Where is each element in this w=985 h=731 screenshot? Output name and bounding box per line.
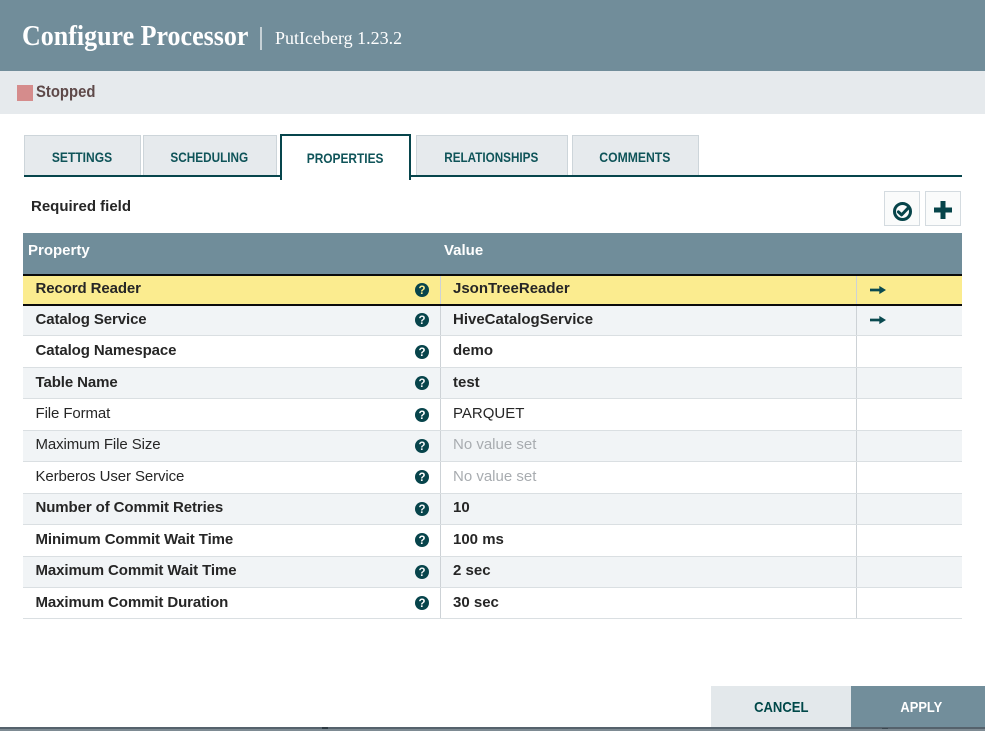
svg-text:?: ? bbox=[418, 347, 425, 359]
svg-text:?: ? bbox=[418, 410, 425, 422]
svg-text:?: ? bbox=[418, 598, 425, 610]
svg-text:?: ? bbox=[418, 441, 425, 453]
svg-text:?: ? bbox=[418, 285, 425, 297]
svg-text:?: ? bbox=[418, 315, 425, 327]
svg-text:?: ? bbox=[418, 567, 425, 579]
svg-text:?: ? bbox=[418, 504, 425, 516]
svg-text:?: ? bbox=[418, 378, 425, 390]
svg-text:?: ? bbox=[418, 535, 425, 547]
svg-text:?: ? bbox=[418, 472, 425, 484]
